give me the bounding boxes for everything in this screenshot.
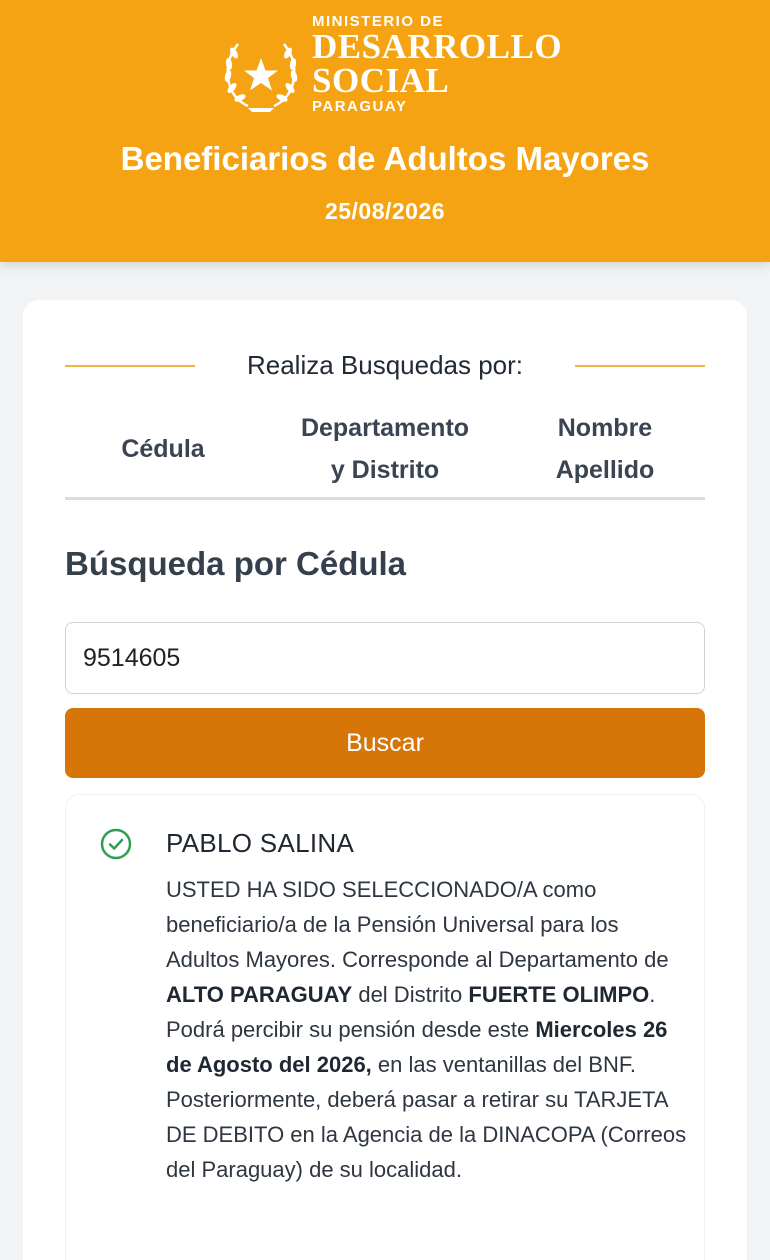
result-text-segment: USTED HA SIDO SELECCIONADO/A como benefi… bbox=[166, 877, 669, 972]
tab-cedula-label: Cédula bbox=[121, 434, 205, 463]
tab-departamento-label-line2: y Distrito bbox=[330, 455, 440, 484]
logo-line-desarrollo: DESARROLLO bbox=[312, 27, 563, 66]
result-district: FUERTE OLIMPO bbox=[468, 982, 650, 1007]
check-circle-icon bbox=[100, 828, 132, 860]
national-seal-icon bbox=[224, 43, 298, 112]
divider-line-right bbox=[575, 365, 705, 367]
cedula-input[interactable] bbox=[65, 622, 705, 694]
tab-nombre-apellido[interactable]: Nombre Apellido bbox=[505, 400, 705, 497]
logo-line-social: SOCIAL bbox=[312, 61, 450, 100]
search-button[interactable]: Buscar bbox=[65, 708, 705, 778]
search-section-title: Búsqueda por Cédula bbox=[65, 545, 407, 582]
beneficiary-name: PABLO SALINA bbox=[166, 828, 355, 858]
result-text-segment: del Distrito bbox=[352, 982, 469, 1007]
result-department: ALTO PARAGUAY bbox=[166, 982, 353, 1007]
search-tabs: Cédula Departamento y Distrito Nombre Ap… bbox=[65, 400, 705, 500]
tab-nombre-label-line1: Nombre bbox=[557, 413, 653, 442]
tab-departamento-label-line1: Departamento bbox=[300, 413, 470, 442]
logo-wordmark: MINISTERIO DE DESARROLLO SOCIAL PARAGUAY bbox=[312, 14, 562, 115]
header-date: 25/08/2026 bbox=[324, 198, 446, 224]
tab-cedula[interactable]: Cédula bbox=[65, 400, 261, 497]
result-message: USTED HA SIDO SELECCIONADO/A como benefi… bbox=[166, 872, 696, 1187]
ministry-logo: MINISTERIO DE DESARROLLO SOCIAL PARAGUAY bbox=[218, 14, 562, 124]
logo-line-paraguay: PARAGUAY bbox=[312, 98, 408, 115]
page-title: Beneficiarios de Adultos Mayores bbox=[120, 140, 650, 177]
tab-nombre-label-line2: Apellido bbox=[555, 455, 655, 484]
tab-departamento-distrito[interactable]: Departamento y Distrito bbox=[275, 400, 495, 497]
header-banner: MINISTERIO DE DESARROLLO SOCIAL PARAGUAY… bbox=[0, 0, 770, 262]
